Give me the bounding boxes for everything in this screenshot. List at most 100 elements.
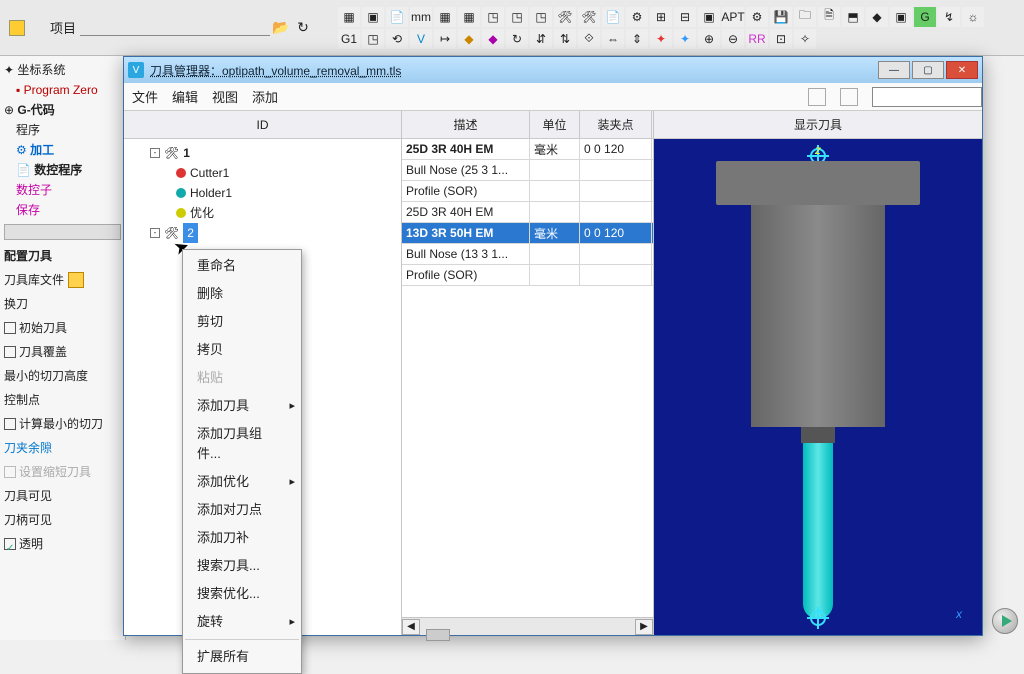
- tree-node-2[interactable]: -🛠2: [132, 223, 401, 243]
- scroll-right-button[interactable]: ▶: [635, 619, 653, 635]
- toolbar-icon[interactable]: ↯: [938, 7, 960, 27]
- find-opt-icon[interactable]: [840, 88, 858, 106]
- nav-node[interactable]: 📄 数控程序: [16, 160, 121, 180]
- toolbar-icon[interactable]: ◳: [506, 7, 528, 27]
- opt-initial-tool[interactable]: 初始刀具: [4, 318, 121, 338]
- ctx-search-tool[interactable]: 搜索刀具...: [183, 552, 301, 580]
- nav-node[interactable]: ⚙ 加工: [16, 140, 121, 160]
- opt-calc-min[interactable]: 计算最小的切刀: [4, 414, 121, 434]
- toolbar-icon[interactable]: G: [914, 7, 936, 27]
- toolbar-icon[interactable]: 🛠: [578, 7, 600, 27]
- opt-transparent[interactable]: 透明: [4, 534, 121, 554]
- ctx-expand-all[interactable]: 扩展所有: [183, 643, 301, 671]
- toolbar-icon[interactable]: ⊖: [722, 29, 744, 49]
- table-row[interactable]: Profile (SOR): [402, 265, 653, 286]
- toolbar-icon[interactable]: 🗀: [794, 7, 816, 27]
- toolbar-icon[interactable]: mm: [410, 7, 432, 27]
- toolbar-icon[interactable]: ⊞: [650, 7, 672, 27]
- toolbar-icon[interactable]: ▦: [458, 7, 480, 27]
- table-hscroll[interactable]: ◀ ▶: [402, 617, 653, 635]
- toolbar-icon[interactable]: ⇕: [626, 29, 648, 49]
- toolbar-icon[interactable]: ◳: [482, 7, 504, 27]
- maximize-button[interactable]: ▢: [912, 61, 944, 79]
- toolbar-icon[interactable]: 📄: [386, 7, 408, 27]
- toolbar-icon[interactable]: ↦: [434, 29, 456, 49]
- minimize-button[interactable]: —: [878, 61, 910, 79]
- toolbar-icon[interactable]: 🛠: [554, 7, 576, 27]
- scroll-left-button[interactable]: ◀: [402, 619, 420, 635]
- toolbar-icon[interactable]: ◆: [866, 7, 888, 27]
- ctx-copy[interactable]: 拷贝: [183, 336, 301, 364]
- toolbar-icon[interactable]: ▦: [338, 7, 360, 27]
- menu-edit[interactable]: 编辑: [172, 87, 198, 106]
- menu-file[interactable]: 文件: [132, 87, 158, 106]
- toolbar-icon[interactable]: RR: [746, 29, 768, 49]
- table-row[interactable]: Bull Nose (13 3 1...: [402, 244, 653, 265]
- toolbar-icon[interactable]: ⟐: [578, 29, 600, 49]
- toolbar-icon[interactable]: ⇔: [602, 29, 624, 49]
- toolbar-icon[interactable]: ◆: [458, 29, 480, 49]
- table-row[interactable]: 13D 3R 50H EM毫米0 0 120: [402, 223, 653, 244]
- play-button[interactable]: [992, 608, 1018, 634]
- toolbar-icon[interactable]: G1: [338, 29, 360, 49]
- tree-node-cutter1[interactable]: Cutter1: [132, 163, 401, 183]
- ctx-rotate[interactable]: 旋转: [183, 608, 301, 636]
- toolbar-icon[interactable]: ▣: [890, 7, 912, 27]
- toolbar-icon[interactable]: ⚙: [626, 7, 648, 27]
- find-tool-icon[interactable]: [808, 88, 826, 106]
- table-row[interactable]: 25D 3R 40H EM毫米0 0 120: [402, 139, 653, 160]
- tree-node-1[interactable]: -🛠1: [132, 143, 401, 163]
- nav-hscroll[interactable]: [4, 224, 121, 240]
- col-fix[interactable]: 装夹点: [580, 111, 652, 138]
- toolbar-icon[interactable]: ☼: [962, 7, 984, 27]
- toolbar-icon[interactable]: 🗎: [818, 7, 840, 27]
- toolbar-icon[interactable]: ⇅: [554, 29, 576, 49]
- tree-node-optimize[interactable]: 优化: [132, 203, 401, 223]
- toolbar-icon[interactable]: ⚙: [746, 7, 768, 27]
- refresh-icon[interactable]: ↻: [293, 18, 313, 38]
- search-input[interactable]: [872, 87, 982, 107]
- toolbar-icon[interactable]: 💾: [770, 7, 792, 27]
- toolbar-icon[interactable]: V: [410, 29, 432, 49]
- nav-node[interactable]: 程序: [16, 120, 121, 140]
- toolbar-icon[interactable]: APT: [722, 7, 744, 27]
- ctx-delete[interactable]: 删除: [183, 280, 301, 308]
- nav-node[interactable]: ✦ 坐标系统: [4, 60, 121, 80]
- table-row[interactable]: 25D 3R 40H EM: [402, 202, 653, 223]
- toolbar-icon[interactable]: ⟲: [386, 29, 408, 49]
- ctx-add-tool-comp[interactable]: 添加刀具组件...: [183, 420, 301, 468]
- open-project-icon[interactable]: 📂: [271, 18, 291, 38]
- nav-node[interactable]: ⊕ G-代码: [4, 100, 121, 120]
- project-field[interactable]: [80, 20, 270, 36]
- ctx-cut[interactable]: 剪切: [183, 308, 301, 336]
- menu-view[interactable]: 视图: [212, 87, 238, 106]
- tree-node-holder1[interactable]: Holder1: [132, 183, 401, 203]
- open-file-icon[interactable]: [68, 272, 84, 288]
- close-button[interactable]: ✕: [946, 61, 978, 79]
- ctx-rename[interactable]: 重命名: [183, 252, 301, 280]
- toolbar-icon[interactable]: ⊡: [770, 29, 792, 49]
- ctx-add-comp[interactable]: 添加刀补: [183, 524, 301, 552]
- toolbar-icon[interactable]: ◆: [482, 29, 504, 49]
- menu-add[interactable]: 添加: [252, 87, 278, 106]
- toolbar-icon[interactable]: ▣: [698, 7, 720, 27]
- col-unit[interactable]: 单位: [530, 111, 580, 138]
- toolbar-icon[interactable]: ✧: [794, 29, 816, 49]
- nav-node[interactable]: 数控子: [16, 180, 121, 200]
- toolbar-icon[interactable]: ⊕: [698, 29, 720, 49]
- table-row[interactable]: Profile (SOR): [402, 181, 653, 202]
- toolbar-icon[interactable]: ▦: [434, 7, 456, 27]
- toolbar-icon[interactable]: ✦: [674, 29, 696, 49]
- ctx-search-opt[interactable]: 搜索优化...: [183, 580, 301, 608]
- toolbar-icon[interactable]: ◳: [530, 7, 552, 27]
- preview-canvas[interactable]: x z: [654, 139, 982, 635]
- toolbar-icon[interactable]: 📄: [602, 7, 624, 27]
- toolbar-icon[interactable]: ⇵: [530, 29, 552, 49]
- opt-tool-override[interactable]: 刀具覆盖: [4, 342, 121, 362]
- nav-node[interactable]: 保存: [16, 200, 121, 220]
- toolbar-icon[interactable]: ✦: [650, 29, 672, 49]
- ctx-add-gage[interactable]: 添加对刀点: [183, 496, 301, 524]
- toolbar-icon[interactable]: ▣: [362, 7, 384, 27]
- col-desc[interactable]: 描述: [402, 111, 530, 138]
- ctx-add-opt[interactable]: 添加优化: [183, 468, 301, 496]
